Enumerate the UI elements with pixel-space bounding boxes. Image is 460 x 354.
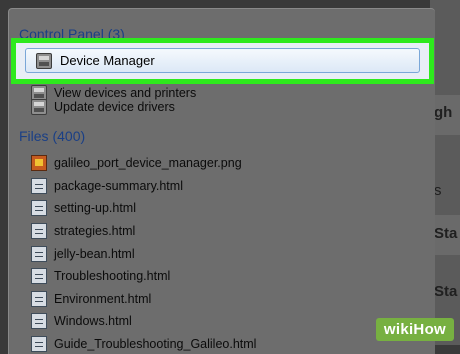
file-result[interactable]: Troubleshooting.html xyxy=(31,266,170,286)
file-label: Troubleshooting.html xyxy=(54,269,171,283)
group-header-label: Files xyxy=(19,128,49,144)
file-label: jelly-bean.html xyxy=(54,247,135,261)
html-file-icon xyxy=(31,268,47,284)
files-group-header[interactable]: Files (400) xyxy=(19,128,85,144)
html-file-icon xyxy=(31,291,47,307)
background-text: Sta xyxy=(434,283,458,300)
html-file-icon xyxy=(31,223,47,239)
html-file-icon xyxy=(31,246,47,262)
html-file-icon xyxy=(31,336,47,352)
file-result[interactable]: package-summary.html xyxy=(31,176,183,196)
file-label: package-summary.html xyxy=(54,179,183,193)
html-file-icon xyxy=(31,200,47,216)
file-result[interactable]: Guide_Troubleshooting_Galileo.html xyxy=(31,334,256,354)
file-label: Windows.html xyxy=(54,314,132,328)
html-file-icon xyxy=(31,313,47,329)
wikihow-watermark: wikiHow xyxy=(375,318,454,341)
background-text: s xyxy=(434,182,442,199)
file-result[interactable]: Windows.html xyxy=(31,311,132,331)
result-label: Device Manager xyxy=(60,53,155,68)
file-result[interactable]: setting-up.html xyxy=(31,198,136,218)
device-drivers-icon xyxy=(31,99,47,115)
file-result[interactable]: strategies.html xyxy=(31,221,135,241)
background-text: Sta xyxy=(434,225,458,242)
file-label: strategies.html xyxy=(54,224,136,238)
html-file-icon xyxy=(31,178,47,194)
result-update-device-drivers[interactable]: Update device drivers xyxy=(31,97,175,117)
group-header-count: (400) xyxy=(52,128,86,144)
file-result[interactable]: Environment.html xyxy=(31,289,151,309)
result-device-manager[interactable]: Device Manager xyxy=(25,48,420,73)
background-text: gh xyxy=(434,104,453,121)
file-label: setting-up.html xyxy=(54,201,136,215)
highlight-frame: Device Manager xyxy=(11,38,434,84)
result-label: Update device drivers xyxy=(54,100,175,114)
file-result[interactable]: galileo_port_device_manager.png xyxy=(31,153,242,173)
file-result[interactable]: jelly-bean.html xyxy=(31,244,135,264)
file-label: galileo_port_device_manager.png xyxy=(54,156,242,170)
file-label: Guide_Troubleshooting_Galileo.html xyxy=(54,337,257,351)
file-label: Environment.html xyxy=(54,292,152,306)
device-manager-icon xyxy=(36,52,52,69)
image-file-icon xyxy=(31,155,47,171)
